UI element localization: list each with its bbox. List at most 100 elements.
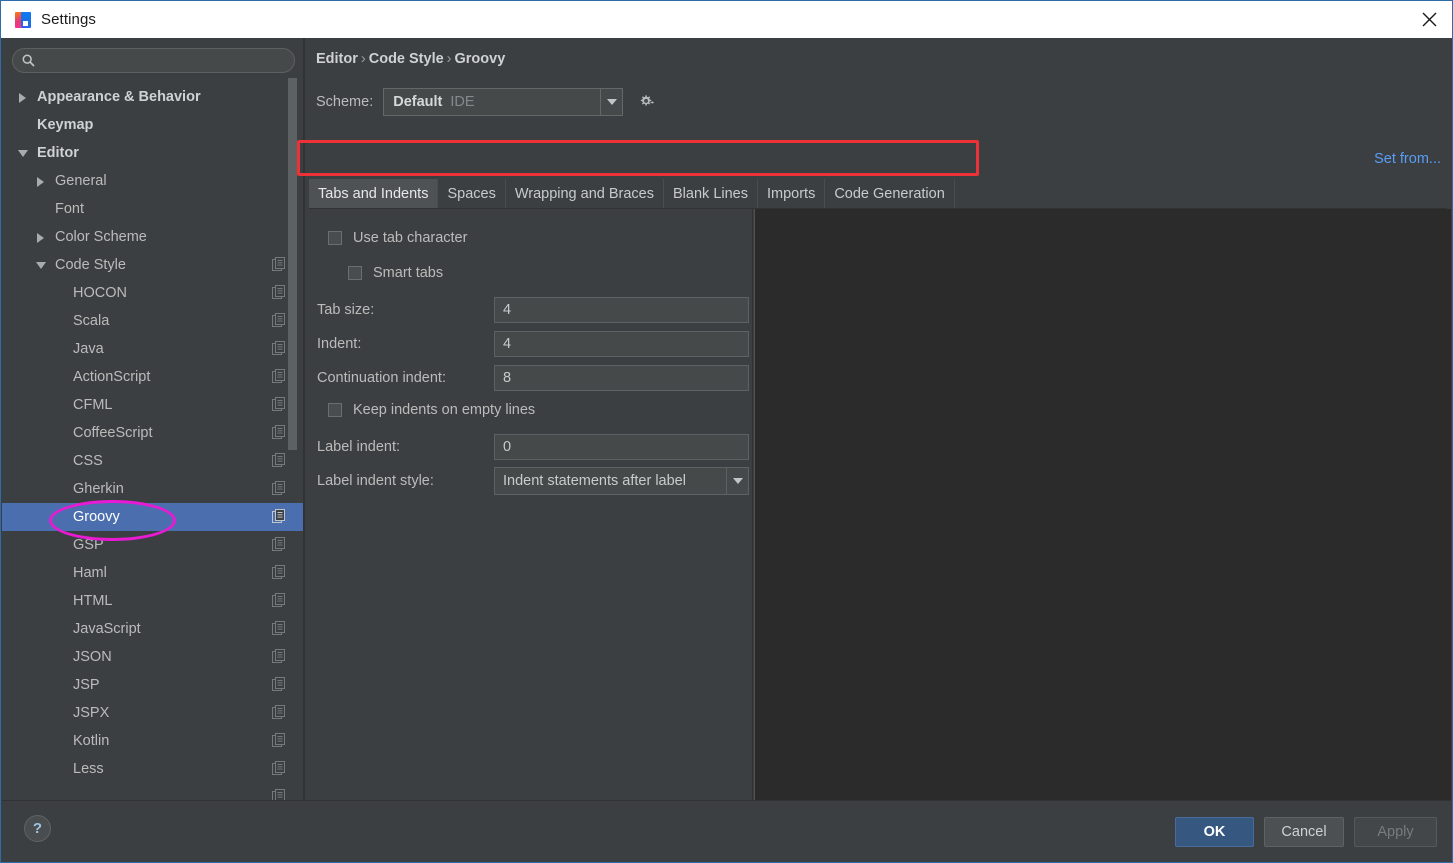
sidebar-item-code-style[interactable]: Code Style [2,251,303,279]
chevron-down-icon[interactable] [600,89,622,115]
chevron-down-icon[interactable] [36,260,47,271]
smart-tabs-row[interactable]: Smart tabs [348,265,443,281]
tab-imports[interactable]: Imports [758,179,826,208]
sidebar-item-coffeescript[interactable]: CoffeeScript [2,419,303,447]
copy-scheme-icon[interactable] [272,565,286,580]
sidebar-item-label: Groovy [73,509,120,525]
sidebar-item-color-scheme[interactable]: Color Scheme [2,223,303,251]
copy-scheme-icon [272,761,285,775]
gear-dropdown-icon[interactable] [637,91,663,113]
sidebar-item-json[interactable]: JSON [2,643,303,671]
sidebar-item-groovy[interactable]: Groovy [2,503,303,531]
sidebar-item-scala[interactable]: Scala [2,307,303,335]
scheme-sub-value: IDE [450,94,475,110]
sidebar-item-css[interactable]: CSS [2,447,303,475]
copy-scheme-icon [272,705,285,719]
copy-scheme-icon [272,257,285,271]
settings-tree[interactable]: Appearance & Behavior Keymap Editor General… [2,83,303,800]
search-input[interactable] [35,53,294,68]
chevron-right-icon[interactable] [36,176,47,187]
copy-scheme-icon[interactable] [272,453,286,468]
copy-scheme-icon[interactable] [272,789,286,800]
tab-code-generation[interactable]: Code Generation [825,179,955,208]
sidebar-item-cfml[interactable]: CFML [2,391,303,419]
keep-indents-on-empty-lines-checkbox[interactable] [328,403,342,417]
set-from-link[interactable]: Set from... [1374,151,1441,167]
cancel-button[interactable]: Cancel [1264,817,1344,847]
sidebar-scrollbar-thumb[interactable] [288,78,297,450]
copy-scheme-icon[interactable] [272,397,286,412]
use-tab-character-checkbox[interactable] [328,231,342,245]
smart-tabs-label: Smart tabs [373,265,444,281]
sidebar-item-actionscript[interactable]: ActionScript [2,363,303,391]
copy-scheme-icon[interactable] [272,621,286,636]
apply-button[interactable]: Apply [1354,817,1437,847]
sidebar-item-label: JSON [73,649,112,665]
sidebar-item-jsp[interactable]: JSP [2,671,303,699]
sidebar-item-less[interactable]: Less [2,755,303,783]
copy-scheme-icon[interactable] [272,761,286,776]
tab-size-input[interactable]: 4 [494,297,749,323]
chevron-right-icon[interactable] [18,92,29,103]
breadcrumb-part-code-style[interactable]: Code Style [369,51,444,67]
help-button[interactable]: ? [24,815,51,842]
sidebar-item-editor[interactable]: Editor [2,139,303,167]
sidebar-item-haml[interactable]: Haml [2,559,303,587]
sidebar-item-java[interactable]: Java [2,335,303,363]
copy-scheme-icon[interactable] [272,313,286,328]
sidebar-item-gsp[interactable]: GSP [2,531,303,559]
copy-scheme-icon [272,425,285,439]
indent-input[interactable]: 4 [494,331,749,357]
copy-scheme-icon[interactable] [272,481,286,496]
use-tab-character-row[interactable]: Use tab character [328,230,467,246]
tab-spaces[interactable]: Spaces [438,179,506,208]
copy-scheme-icon[interactable] [272,257,286,272]
breadcrumb-part-editor[interactable]: Editor [316,51,358,67]
continuation-indent-input[interactable]: 8 [494,365,749,391]
keep-indents-on-empty-lines-row[interactable]: Keep indents on empty lines [328,402,535,418]
settings-tabs[interactable]: Tabs and Indents Spaces Wrapping and Brace… [309,179,1447,209]
chevron-right-icon[interactable] [36,232,47,243]
sidebar-item-label: JSPX [73,705,110,721]
smart-tabs-checkbox[interactable] [348,266,362,280]
copy-scheme-icon[interactable] [272,733,286,748]
sidebar-item-general[interactable]: General [2,167,303,195]
sidebar-item-keymap[interactable]: Keymap [2,111,303,139]
copy-scheme-icon[interactable] [272,341,286,356]
label-indent-style-dropdown[interactable]: Indent statements after label [494,467,749,495]
chevron-down-icon[interactable] [726,468,748,494]
sidebar-item-gherkin[interactable]: Gherkin [2,475,303,503]
sidebar-item-kotlin[interactable]: Kotlin [2,727,303,755]
sidebar-item-html[interactable]: HTML [2,587,303,615]
tab-tabs-and-indents[interactable]: Tabs and Indents [309,179,439,208]
close-icon[interactable] [1406,1,1452,38]
chevron-down-icon[interactable] [18,148,29,159]
ok-button[interactable]: OK [1175,817,1254,847]
sidebar-item-label: Gherkin [73,481,124,497]
copy-scheme-icon[interactable] [272,425,286,440]
copy-scheme-icon[interactable] [272,369,286,384]
copy-scheme-icon[interactable] [272,649,286,664]
sidebar-item-hocon[interactable]: HOCON [2,279,303,307]
tab-blank-lines[interactable]: Blank Lines [664,179,758,208]
sidebar-item-jspx[interactable]: JSPX [2,699,303,727]
tabs-and-indents-form: Use tab character Smart tabs Tab size: 4… [309,209,753,800]
sidebar-item-javascript[interactable]: JavaScript [2,615,303,643]
sidebar-item-truncated[interactable] [2,783,303,800]
copy-scheme-icon[interactable] [272,677,286,692]
sidebar-item-appearance-behavior[interactable]: Appearance & Behavior [2,83,303,111]
scheme-dropdown[interactable]: Default IDE [383,88,624,116]
search-field[interactable] [12,48,295,73]
copy-scheme-icon[interactable] [272,705,286,720]
tab-size-label: Tab size: [317,302,375,318]
tab-wrapping-and-braces[interactable]: Wrapping and Braces [506,179,665,208]
copy-scheme-icon[interactable] [272,593,286,608]
sidebar-item-font[interactable]: Font [2,195,303,223]
label-indent-input[interactable]: 0 [494,434,749,460]
copy-scheme-icon[interactable] [272,509,286,524]
copy-scheme-icon[interactable] [272,537,286,552]
sidebar-item-label: Kotlin [73,733,110,749]
copy-scheme-icon[interactable] [272,285,286,300]
